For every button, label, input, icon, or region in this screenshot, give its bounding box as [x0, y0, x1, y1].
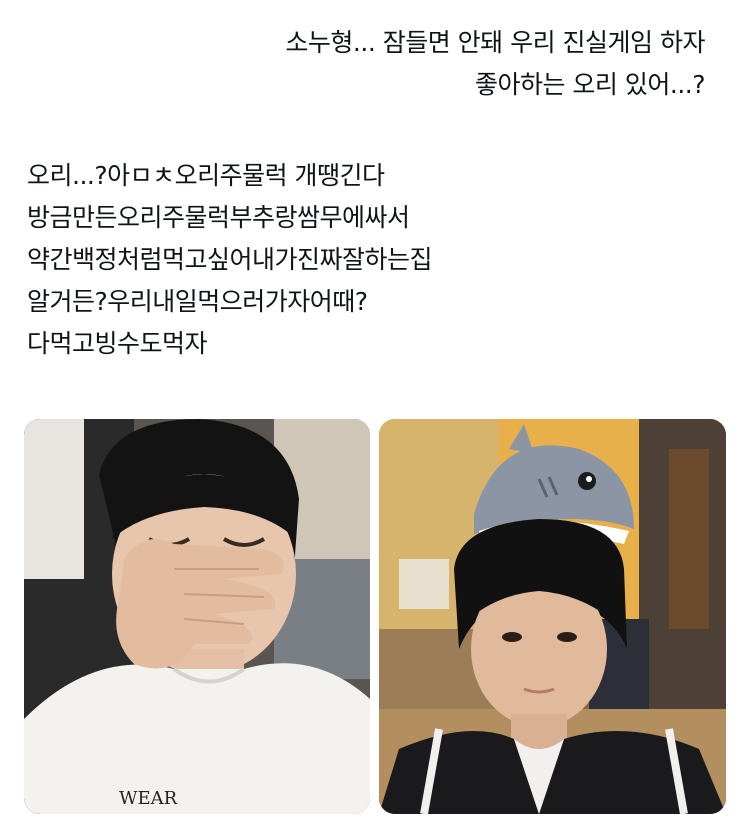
reply-line-1: 오리...?아ㅁㅊ오리주물럭 개땡긴다 — [27, 161, 385, 190]
photo-right-illustration — [379, 419, 726, 814]
photo-left-illustration: WEAR — [24, 419, 370, 814]
shirt-print-text: WEAR — [119, 788, 178, 809]
photo-boy-with-shark-hat[interactable] — [379, 419, 726, 814]
reply-text: 오리...?아ㅁㅊ오리주물럭 개땡긴다 방금만든오리주물럭부추랑쌈무에싸서 약간… — [27, 155, 433, 365]
quote-text: 소누형... 잠들면 안돼 우리 진실게임 하자 좋아하는 오리 있어...? — [285, 22, 705, 106]
reply-line-2: 방금만든오리주물럭부추랑쌈무에싸서 — [27, 203, 410, 232]
quote-line-2: 좋아하는 오리 있어...? — [474, 70, 706, 99]
reply-line-5: 다먹고빙수도먹자 — [27, 329, 208, 358]
photo-boy-covering-mouth[interactable]: WEAR — [24, 419, 370, 814]
quote-line-1: 소누형... 잠들면 안돼 우리 진실게임 하자 — [285, 28, 705, 57]
reply-line-4: 알거든?우리내일먹으러가자어때? — [27, 287, 368, 316]
reply-line-3: 약간백정처럼먹고싶어내가진짜잘하는집 — [27, 245, 433, 274]
